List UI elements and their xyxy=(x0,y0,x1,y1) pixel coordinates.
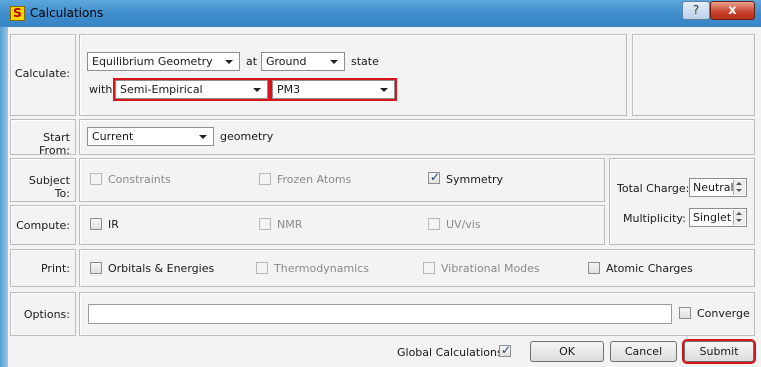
total-charge-value: Neutral xyxy=(693,181,734,194)
window-title: Calculations xyxy=(30,6,104,20)
model-select[interactable]: PM3 xyxy=(270,78,397,101)
window-frame xyxy=(0,27,8,367)
start-from-label: Start From: xyxy=(39,131,70,157)
orbitals-energies-label: Orbitals & Energies xyxy=(108,262,215,275)
uvvis-label: UV/vis xyxy=(446,218,481,231)
close-button[interactable]: x xyxy=(710,1,755,20)
method-select-value: Semi-Empirical xyxy=(120,83,203,96)
state-select-value: Ground xyxy=(266,55,307,68)
state-text: state xyxy=(351,55,379,68)
subject-to-label: Subject To: xyxy=(28,174,70,200)
nmr-checkbox[interactable] xyxy=(259,218,271,230)
symmetry-checkbox[interactable] xyxy=(428,170,440,184)
chevron-down-icon xyxy=(225,60,233,64)
at-text: at xyxy=(246,55,258,68)
frozen-atoms-checkbox[interactable] xyxy=(259,173,271,185)
chevron-down-icon xyxy=(253,88,261,92)
spinner-arrows-icon[interactable] xyxy=(733,180,745,195)
calculate-label: Calculate: xyxy=(14,67,70,80)
multiplicity-value: Singlet xyxy=(693,211,732,224)
method-select[interactable]: Semi-Empirical xyxy=(113,78,270,101)
vibrational-modes-label: Vibrational Modes xyxy=(441,262,540,275)
task-select-value: Equilibrium Geometry xyxy=(92,55,213,68)
global-calculations-label: Global Calculations xyxy=(397,346,503,359)
model-select-value: PM3 xyxy=(277,83,301,96)
options-label: Options: xyxy=(23,308,70,321)
geometry-text: geometry xyxy=(220,130,274,143)
task-select[interactable]: Equilibrium Geometry xyxy=(87,52,240,71)
with-text: with xyxy=(89,83,113,96)
multiplicity-label: Multiplicity: xyxy=(623,212,686,225)
uvvis-checkbox[interactable] xyxy=(428,218,440,230)
help-button[interactable]: ? xyxy=(682,1,710,20)
orbitals-energies-checkbox[interactable] xyxy=(90,262,102,274)
ir-checkbox[interactable] xyxy=(90,218,102,230)
symmetry-label: Symmetry xyxy=(446,173,504,186)
start-from-select[interactable]: Current xyxy=(87,127,214,146)
multiplicity-spinbox[interactable]: Singlet xyxy=(689,208,747,227)
compute-panel xyxy=(79,205,605,245)
state-select[interactable]: Ground xyxy=(261,52,345,71)
thermodynamics-label: Thermodynamics xyxy=(274,262,369,275)
title-bar xyxy=(0,0,761,27)
atomic-charges-checkbox[interactable] xyxy=(588,262,600,274)
start-from-select-value: Current xyxy=(92,130,134,143)
options-input[interactable] xyxy=(88,304,672,324)
constraints-label: Constraints xyxy=(108,173,171,186)
converge-checkbox[interactable] xyxy=(679,307,691,319)
total-charge-spinbox[interactable]: Neutral xyxy=(689,178,747,197)
global-calculations-checkbox[interactable] xyxy=(499,343,511,357)
frozen-atoms-label: Frozen Atoms xyxy=(277,173,352,186)
submit-button[interactable]: Submit xyxy=(682,339,756,364)
chevron-down-icon xyxy=(199,135,207,139)
total-charge-label: Total Charge: xyxy=(617,182,690,195)
calculate-panel xyxy=(79,34,627,116)
calculate-preview-panel xyxy=(632,34,755,116)
compute-label: Compute: xyxy=(16,219,70,232)
cancel-button[interactable]: Cancel xyxy=(610,341,677,362)
atomic-charges-label: Atomic Charges xyxy=(606,262,693,275)
spinner-arrows-icon[interactable] xyxy=(733,210,745,225)
nmr-label: NMR xyxy=(277,218,303,231)
spartan-app-icon: S xyxy=(10,6,25,21)
chevron-down-icon xyxy=(380,88,388,92)
converge-label: Converge xyxy=(697,307,750,320)
chevron-down-icon xyxy=(330,60,338,64)
constraints-checkbox[interactable] xyxy=(90,173,102,185)
vibrational-modes-checkbox[interactable] xyxy=(423,262,435,274)
charge-panel xyxy=(609,158,755,245)
print-label: Print: xyxy=(40,262,70,275)
thermodynamics-checkbox[interactable] xyxy=(256,262,268,274)
ok-button[interactable]: OK xyxy=(530,341,604,362)
ir-label: IR xyxy=(108,218,119,231)
